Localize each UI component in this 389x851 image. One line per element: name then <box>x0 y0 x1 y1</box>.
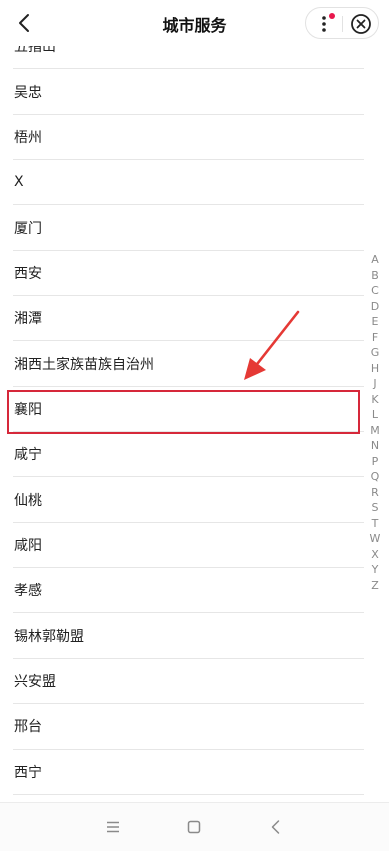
close-circle-icon <box>351 14 371 34</box>
city-item[interactable]: 锡林郭勒盟 <box>13 613 364 659</box>
nav-home-button[interactable] <box>184 817 204 837</box>
index-letter[interactable]: A <box>366 252 384 268</box>
city-item[interactable]: 咸宁 <box>13 432 364 478</box>
highlight-box <box>7 390 360 434</box>
city-item[interactable]: 湘潭 <box>13 296 364 342</box>
index-letter[interactable]: P <box>366 454 384 470</box>
city-item[interactable]: 仙桃 <box>13 477 364 523</box>
city-item[interactable]: 邢台 <box>13 704 364 750</box>
city-item[interactable]: 孝感 <box>13 568 364 614</box>
index-letter[interactable]: L <box>366 407 384 423</box>
notification-dot <box>329 13 335 19</box>
capsule-divider <box>342 16 343 32</box>
city-item[interactable]: 西宁 <box>13 750 364 795</box>
nav-back-button[interactable] <box>266 817 286 837</box>
index-letter[interactable]: T <box>366 516 384 532</box>
city-item[interactable]: 湘西土家族苗族自治州 <box>13 341 364 387</box>
city-item[interactable]: 吴忠 <box>13 69 364 115</box>
index-letter[interactable]: W <box>366 531 384 547</box>
city-item[interactable]: 兴安盟 <box>13 659 364 705</box>
square-icon <box>187 820 201 834</box>
annotation-arrow-icon <box>244 310 300 380</box>
chevron-left-icon <box>271 820 280 834</box>
nav-menu-button[interactable] <box>103 817 123 837</box>
index-letter[interactable]: C <box>366 283 384 299</box>
index-letter[interactable]: Z <box>366 578 384 594</box>
index-letter[interactable]: Y <box>366 562 384 578</box>
system-nav-bar <box>0 802 389 851</box>
index-letter[interactable]: B <box>366 268 384 284</box>
index-letter[interactable]: F <box>366 330 384 346</box>
more-vertical-icon <box>322 13 335 32</box>
index-letter[interactable]: H <box>366 361 384 377</box>
index-letter[interactable]: M <box>366 423 384 439</box>
index-letter[interactable]: N <box>366 438 384 454</box>
index-letter[interactable]: Q <box>366 469 384 485</box>
top-bar: 城市服务 <box>0 0 389 46</box>
index-letter[interactable]: S <box>366 500 384 516</box>
close-button[interactable] <box>350 13 372 35</box>
city-item[interactable]: 咸阳 <box>13 523 364 569</box>
alphabet-index: A B C D E F G H J K L M N P Q R S T W X … <box>366 252 384 593</box>
index-letter[interactable]: D <box>366 299 384 315</box>
more-button[interactable] <box>314 12 338 36</box>
index-letter[interactable]: X <box>366 547 384 563</box>
index-letter[interactable]: G <box>366 345 384 361</box>
menu-icon <box>107 821 119 833</box>
mini-program-capsule <box>305 7 379 39</box>
city-item[interactable]: 西安 <box>13 251 364 297</box>
index-letter[interactable]: J <box>366 376 384 392</box>
index-letter[interactable]: E <box>366 314 384 330</box>
city-item[interactable]: 厦门 <box>13 205 364 251</box>
index-letter[interactable]: K <box>366 392 384 408</box>
city-item[interactable]: 梧州 <box>13 115 364 161</box>
city-item[interactable]: X <box>13 160 364 206</box>
index-letter[interactable]: R <box>366 485 384 501</box>
